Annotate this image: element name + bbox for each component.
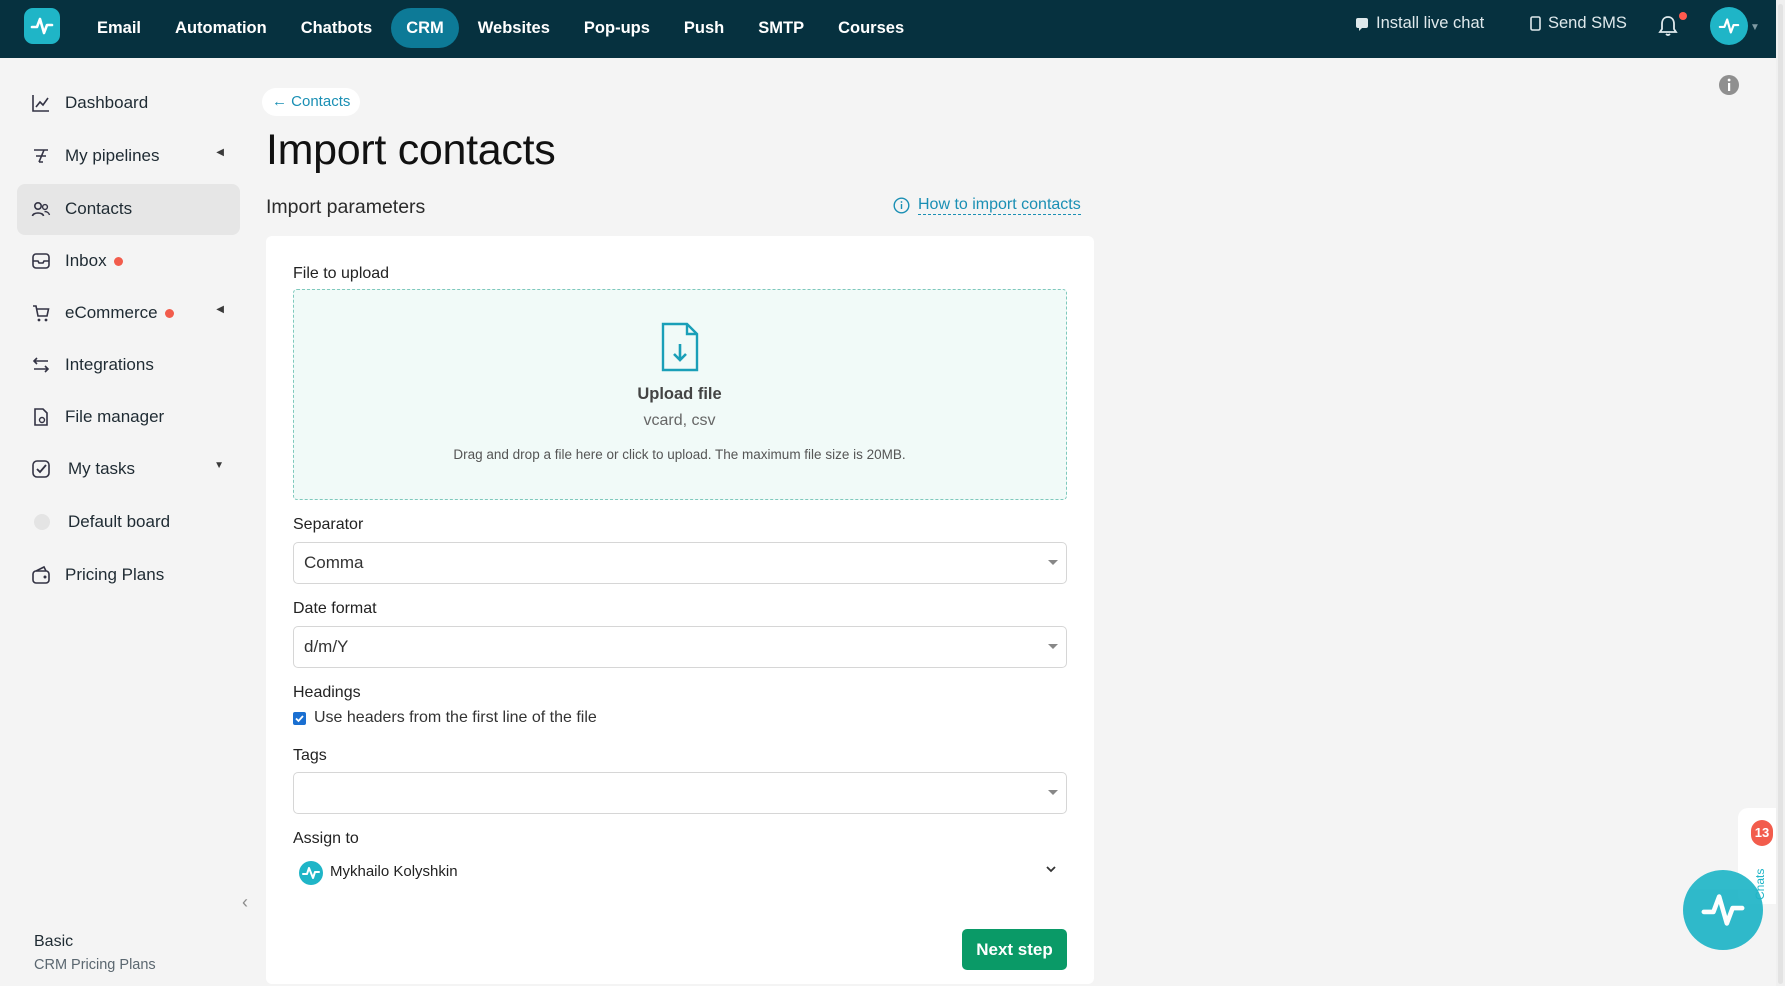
assign-to-select[interactable]: Mykhailo Kolyshkin bbox=[293, 858, 1065, 888]
assign-to-label: Assign to bbox=[293, 830, 359, 847]
how-to-import-link[interactable]: How to import contacts bbox=[893, 196, 1081, 215]
upload-file-icon bbox=[661, 322, 699, 372]
sidebar-item-dashboard[interactable]: Dashboard bbox=[17, 78, 240, 129]
how-to-import-label: How to import contacts bbox=[918, 196, 1081, 215]
caret-left-icon: ◀ bbox=[216, 304, 224, 315]
send-sms-link[interactable]: Send SMS bbox=[1530, 14, 1627, 33]
check-square-icon bbox=[32, 460, 50, 478]
sidebar-item-label: Pricing Plans bbox=[65, 565, 165, 584]
scrollbar-thumb[interactable] bbox=[1778, 4, 1783, 984]
page-title: Import contacts bbox=[266, 126, 556, 174]
unread-dot bbox=[113, 257, 123, 267]
nav-websites[interactable]: Websites bbox=[463, 8, 565, 48]
nav-push[interactable]: Push bbox=[669, 8, 739, 48]
assignee-name: Mykhailo Kolyshkin bbox=[330, 863, 458, 880]
chevron-down-icon[interactable]: ▼ bbox=[1750, 22, 1760, 33]
breadcrumb-contacts[interactable]: ← Contacts bbox=[262, 88, 361, 116]
caret-down-icon bbox=[1048, 644, 1058, 649]
section-title: Import parameters bbox=[266, 196, 426, 218]
phone-icon bbox=[1530, 16, 1541, 31]
date-format-value: d/m/Y bbox=[304, 637, 349, 656]
checkmark-icon bbox=[295, 715, 304, 723]
sidebar-item-integrations[interactable]: Integrations bbox=[17, 340, 240, 391]
file-to-upload-label: File to upload bbox=[293, 265, 390, 282]
chevron-down-icon bbox=[1046, 866, 1056, 873]
sidebar-item-contacts[interactable]: Contacts bbox=[17, 184, 240, 235]
sidebar-item-label: My pipelines bbox=[65, 146, 160, 165]
sidebar: Dashboard My pipelines ◀ Contacts Inbox … bbox=[0, 58, 250, 986]
sidebar-item-default-board[interactable]: Default board bbox=[17, 497, 240, 548]
headings-label: Headings bbox=[293, 684, 361, 701]
sidebar-item-inbox[interactable]: Inbox bbox=[17, 236, 240, 287]
collapse-sidebar-icon[interactable]: ‹ bbox=[242, 892, 248, 913]
separator-select[interactable]: Comma bbox=[293, 542, 1067, 584]
cart-icon bbox=[33, 305, 50, 322]
notification-dot bbox=[1679, 12, 1687, 20]
caret-down-icon bbox=[1048, 790, 1058, 795]
sidebar-item-pricing-plans[interactable]: Pricing Plans bbox=[17, 550, 240, 601]
next-step-button[interactable]: Next step bbox=[962, 929, 1067, 970]
plan-name: Basic bbox=[34, 933, 74, 950]
caret-down-icon bbox=[1048, 560, 1058, 565]
arrows-icon bbox=[32, 357, 50, 373]
nav-email[interactable]: Email bbox=[82, 8, 156, 48]
date-format-select[interactable]: d/m/Y bbox=[293, 626, 1067, 668]
install-live-chat-label: Install live chat bbox=[1376, 14, 1485, 32]
main-nav: Email Automation Chatbots CRM Websites P… bbox=[82, 8, 919, 48]
user-avatar[interactable] bbox=[1710, 7, 1748, 45]
notifications-bell-icon[interactable] bbox=[1657, 14, 1679, 38]
chat-launcher-icon[interactable] bbox=[1683, 870, 1763, 950]
sidebar-item-label: Integrations bbox=[65, 355, 154, 374]
sidebar-item-label: Default board bbox=[68, 512, 171, 531]
wallet-icon bbox=[32, 565, 50, 584]
inbox-icon bbox=[32, 253, 50, 269]
sidebar-item-label: eCommerce bbox=[65, 303, 158, 322]
chat-icon bbox=[1356, 17, 1368, 31]
plan-subtitle[interactable]: CRM Pricing Plans bbox=[34, 957, 156, 973]
sidebar-item-label: Dashboard bbox=[65, 93, 149, 112]
sidebar-item-label: Inbox bbox=[65, 251, 107, 270]
sidebar-item-label: Contacts bbox=[65, 199, 133, 218]
top-navigation-bar: Email Automation Chatbots CRM Websites P… bbox=[0, 0, 1776, 58]
upload-formats: vcard, csv bbox=[643, 412, 716, 429]
nav-chatbots[interactable]: Chatbots bbox=[286, 8, 388, 48]
alert-dot bbox=[164, 309, 174, 319]
chats-count-badge: 13 bbox=[1751, 820, 1773, 846]
send-sms-label: Send SMS bbox=[1548, 14, 1627, 32]
upload-hint: Drag and drop a file here or click to up… bbox=[453, 447, 906, 462]
users-icon bbox=[31, 201, 51, 217]
info-outline-icon bbox=[893, 197, 910, 214]
date-format-label: Date format bbox=[293, 600, 377, 617]
nav-automation[interactable]: Automation bbox=[160, 8, 282, 48]
nav-crm[interactable]: CRM bbox=[391, 8, 459, 48]
circle-icon bbox=[34, 514, 50, 530]
use-headers-label[interactable]: Use headers from the first line of the f… bbox=[314, 709, 597, 727]
tags-label: Tags bbox=[293, 747, 327, 764]
pipeline-icon bbox=[34, 149, 48, 163]
separator-label: Separator bbox=[293, 516, 364, 533]
sidebar-item-my-pipelines[interactable]: My pipelines ◀ bbox=[17, 131, 240, 182]
assignee-avatar bbox=[299, 861, 323, 885]
chart-line-icon bbox=[32, 95, 49, 112]
sidebar-item-ecommerce[interactable]: eCommerce ◀ bbox=[17, 288, 240, 339]
nav-smtp[interactable]: SMTP bbox=[743, 8, 819, 48]
nav-courses[interactable]: Courses bbox=[823, 8, 919, 48]
app-logo-icon[interactable] bbox=[24, 8, 60, 44]
nav-popups[interactable]: Pop-ups bbox=[569, 8, 665, 48]
sidebar-item-label: My tasks bbox=[68, 459, 136, 478]
install-live-chat-link[interactable]: Install live chat bbox=[1355, 14, 1484, 33]
upload-file-title: Upload file bbox=[637, 385, 722, 403]
info-icon[interactable] bbox=[1718, 74, 1740, 96]
caret-left-icon: ◀ bbox=[216, 147, 224, 158]
separator-value: Comma bbox=[304, 553, 364, 572]
use-headers-checkbox[interactable] bbox=[293, 712, 306, 725]
tags-select[interactable] bbox=[293, 772, 1067, 814]
